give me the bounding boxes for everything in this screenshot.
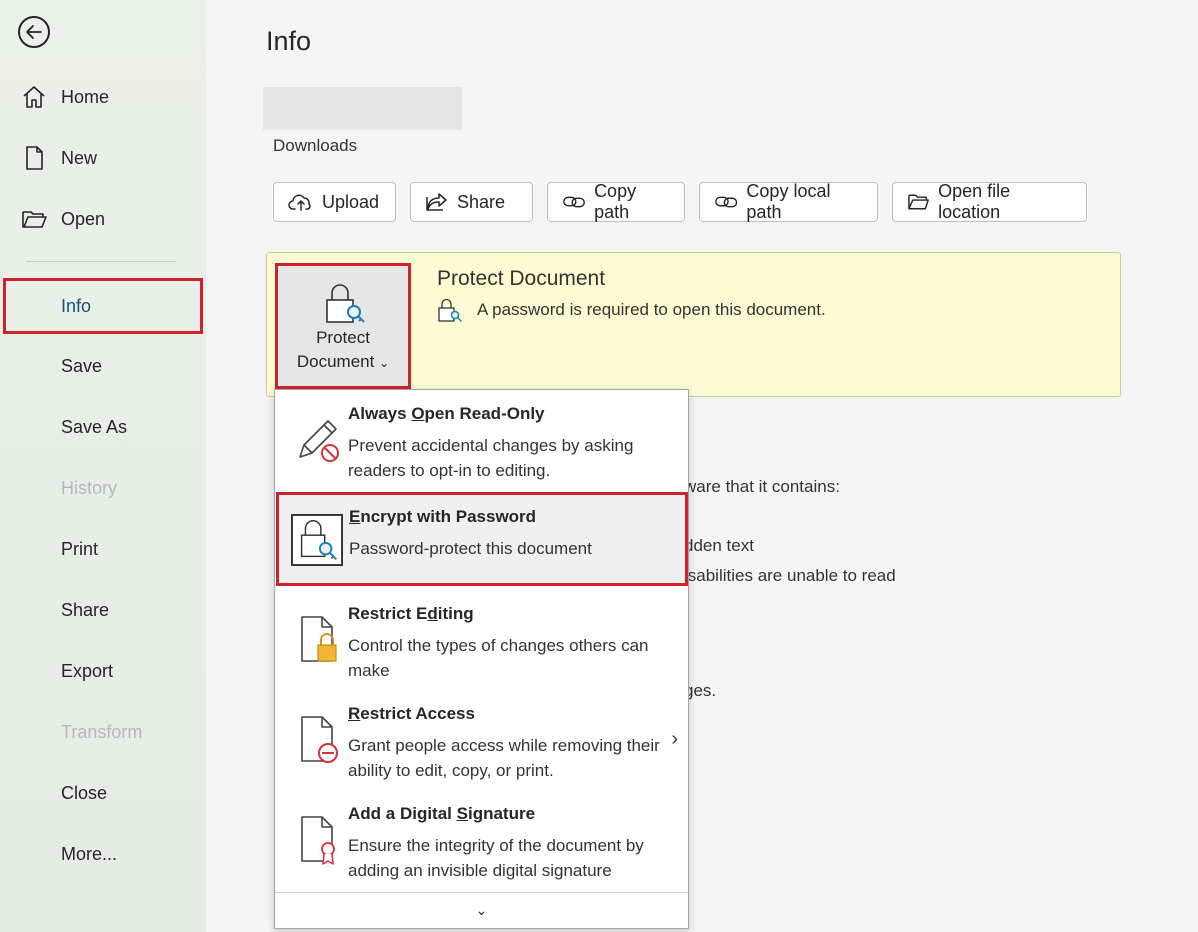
cloud-upload-icon	[288, 194, 311, 211]
share-button[interactable]: Share	[410, 182, 533, 222]
menu-item-add-digital-signature[interactable]: Add a Digital Signature Ensure the integ…	[275, 790, 688, 892]
sidebar-item-save[interactable]: Save	[0, 341, 206, 391]
share-icon	[426, 193, 447, 211]
lock-key-icon	[438, 298, 463, 323]
sidebar-item-label: Share	[61, 599, 110, 620]
sidebar-item-label: Open	[61, 208, 106, 229]
copy-local-path-label: Copy local path	[746, 181, 831, 222]
sidebar-item-export[interactable]: Export	[0, 646, 206, 696]
sidebar-item-share[interactable]: Share	[0, 585, 206, 635]
sidebar-item-label: Print	[61, 538, 99, 559]
pencil-prohibited-icon	[293, 414, 345, 466]
upload-button[interactable]: Upload	[273, 182, 396, 222]
sidebar-item-label: More...	[61, 843, 118, 864]
menu-item-description: Prevent accidental changes by asking rea…	[348, 436, 634, 480]
sidebar-item-info[interactable]: Info	[3, 278, 203, 334]
protect-document-panel: Protect Document ⌄ Protect Document A pa…	[266, 252, 1121, 397]
upload-label: Upload	[322, 191, 380, 212]
menu-item-restrict-editing[interactable]: Restrict Editing Control the types of ch…	[275, 590, 688, 690]
menu-item-description: Control the types of changes others can …	[348, 636, 649, 680]
menu-item-description: Grant people access while removing their…	[348, 736, 660, 780]
chevron-down-icon: ⌄	[475, 902, 488, 918]
sidebar-item-label: Export	[61, 660, 114, 681]
backstage-sidebar: Home New Open Info Save Save As History …	[0, 0, 206, 932]
home-icon	[20, 83, 48, 111]
copy-path-label: Copy path	[594, 181, 637, 222]
sidebar-item-home[interactable]: Home	[0, 72, 206, 122]
arrow-left-icon	[26, 25, 42, 39]
menu-item-title: Restrict Access	[348, 704, 475, 723]
sidebar-item-label: Save	[61, 355, 103, 376]
sidebar-divider	[26, 261, 176, 262]
sidebar-item-open[interactable]: Open	[0, 194, 206, 244]
protect-description-row: A password is required to open this docu…	[437, 297, 826, 323]
copy-local-path-button[interactable]: Copy local path	[699, 181, 878, 222]
open-file-location-label: Open file location	[938, 181, 1011, 222]
sidebar-item-label: New	[61, 147, 98, 168]
new-document-icon	[20, 144, 48, 172]
menu-item-always-open-read-only[interactable]: Always Open Read-Only Prevent accidental…	[275, 390, 688, 492]
copy-path-button[interactable]: Copy path	[547, 181, 685, 222]
chevron-down-icon: ⌄	[379, 356, 390, 370]
sidebar-item-save-as[interactable]: Save As	[0, 402, 206, 452]
document-restricted-icon	[293, 714, 345, 766]
protect-document-menu: Always Open Read-Only Prevent accidental…	[274, 389, 689, 929]
protect-document-button[interactable]: Protect Document ⌄	[275, 263, 411, 389]
sidebar-item-close[interactable]: Close	[0, 768, 206, 818]
sidebar-item-print[interactable]: Print	[0, 524, 206, 574]
file-location: Downloads	[273, 136, 358, 155]
sidebar-item-label: Save As	[61, 416, 128, 437]
inspect-text-3: isabilities are unable to read	[684, 566, 896, 585]
sidebar-item-label: Info	[61, 295, 92, 316]
back-button[interactable]	[18, 16, 50, 48]
protect-description: A password is required to open this docu…	[477, 300, 826, 319]
protect-button-line2-wrap: Document ⌄	[297, 350, 389, 375]
menu-item-restrict-access[interactable]: Restrict Access Grant people access whil…	[275, 690, 688, 790]
protect-title: Protect Document	[437, 267, 606, 290]
link-icon	[715, 196, 738, 208]
menu-item-title: Encrypt with Password	[349, 507, 537, 526]
folder-open-icon	[908, 194, 929, 210]
folder-open-icon	[20, 205, 48, 233]
inspect-text-1: ware that it contains:	[684, 477, 840, 496]
sidebar-item-history: History	[0, 463, 206, 513]
share-label: Share	[457, 191, 506, 212]
link-icon	[563, 196, 585, 208]
sidebar-item-transform: Transform	[0, 707, 206, 757]
lock-key-icon	[326, 284, 365, 323]
sidebar-item-new[interactable]: New	[0, 133, 206, 183]
lock-key-icon	[291, 514, 343, 566]
sidebar-item-more[interactable]: More...	[0, 829, 206, 879]
document-ribbon-icon	[293, 814, 345, 866]
protect-button-line1: Protect	[316, 328, 370, 347]
menu-expand-button[interactable]: ⌄	[275, 892, 688, 928]
menu-item-title: Restrict Editing	[348, 604, 474, 623]
sidebar-item-label: Transform	[61, 721, 143, 742]
menu-item-title: Always Open Read-Only	[348, 404, 545, 423]
file-name-placeholder	[263, 87, 462, 130]
menu-item-description: Ensure the integrity of the document by …	[348, 836, 644, 880]
protect-button-line2: Document	[296, 352, 375, 371]
sidebar-item-label: Home	[61, 86, 110, 107]
page-title: Info	[266, 26, 312, 56]
chevron-right-icon: ›	[671, 728, 678, 750]
sidebar-item-label: History	[61, 477, 118, 498]
menu-item-title: Add a Digital Signature	[348, 804, 536, 823]
document-lock-icon	[293, 614, 345, 666]
inspect-text-2: dden text	[684, 536, 754, 555]
menu-item-description: Password-protect this document	[349, 539, 592, 558]
open-file-location-button[interactable]: Open file location	[892, 181, 1087, 222]
sidebar-item-label: Close	[61, 782, 108, 803]
menu-item-encrypt-with-password[interactable]: Encrypt with Password Password-protect t…	[276, 492, 688, 586]
